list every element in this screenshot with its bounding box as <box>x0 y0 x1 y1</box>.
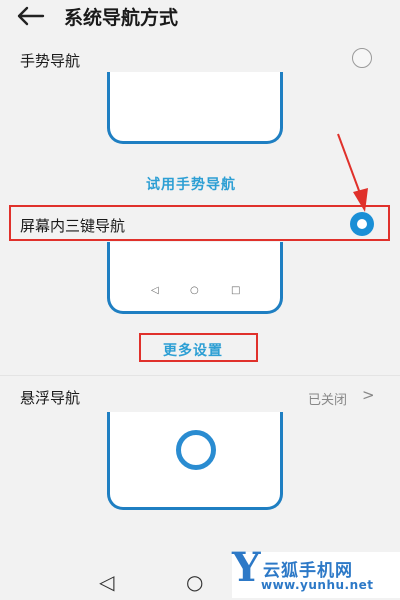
system-home-icon[interactable]: ○ <box>186 570 203 594</box>
gesture-nav-radio[interactable] <box>352 48 372 68</box>
three-key-nav-label[interactable]: 屏幕内三键导航 <box>20 215 125 236</box>
float-nav-label[interactable]: 悬浮导航 <box>20 387 80 408</box>
three-key-phone-illustration <box>107 242 283 314</box>
watermark-url: www.yunhu.net <box>261 578 374 592</box>
illus-home-icon: ○ <box>190 285 199 296</box>
float-nav-status: 已关闭 <box>308 393 348 408</box>
try-gesture-nav-link[interactable]: 试用手势导航 <box>146 174 236 194</box>
page-title: 系统导航方式 <box>64 7 179 29</box>
illus-recent-icon: □ <box>231 285 241 296</box>
floating-nav-ring-icon <box>176 430 216 470</box>
chevron-right-icon[interactable]: > <box>362 386 375 404</box>
gesture-phone-illustration <box>107 72 283 144</box>
divider <box>0 375 400 376</box>
system-back-icon[interactable]: ◁ <box>99 570 114 594</box>
back-arrow-icon[interactable] <box>16 6 46 26</box>
red-arrow-annotation <box>334 132 374 216</box>
illus-back-icon: ◁ <box>151 285 159 296</box>
more-settings-link[interactable]: 更多设置 <box>163 340 223 360</box>
gesture-nav-label[interactable]: 手势导航 <box>20 50 80 71</box>
watermark-logo: Y <box>232 544 261 591</box>
